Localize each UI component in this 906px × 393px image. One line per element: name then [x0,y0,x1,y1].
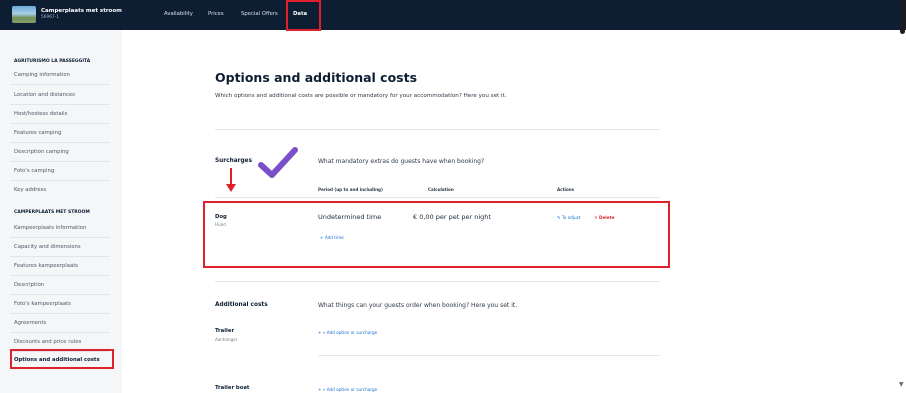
column-header-actions: Actions [557,187,575,192]
divider [10,237,110,238]
page-title: Options and additional costs [215,70,418,85]
divider [10,332,110,333]
arrow-down-icon-head [226,184,236,192]
nav-availability[interactable]: Availability [164,11,193,17]
sidebar-item-camping-information[interactable]: Camping information [14,72,70,78]
arrow-down-icon [230,168,232,185]
surcharges-question: What mandatory extras do guests have whe… [318,158,485,165]
top-bar: Camperplaats met stroom 56967-1 Availabi… [0,0,906,30]
property-id: 56967-1 [41,15,59,20]
divider [10,294,110,295]
divider [10,84,110,85]
sidebar-group-title-camping: AGRITURISMO LA PASSEGGITA [14,59,91,64]
divider [10,180,110,181]
divider [10,142,110,143]
sidebar-item-location[interactable]: Location and distances [14,92,75,98]
page-description: Which options and additional costs are p… [215,93,507,99]
add-option-button-trailer-boat[interactable]: + » Add option or surcharge [318,387,377,392]
divider [10,313,110,314]
option-name-trailer-boat: Trailer boat [215,385,250,391]
divider [10,275,110,276]
divider [10,161,110,162]
section-divider [215,129,660,130]
sidebar-group-title-camperplaats: CAMPERPLAATS MET STROOM [14,210,90,215]
option-divider [318,355,660,356]
sidebar-item-discounts[interactable]: Discounts and price rules [14,339,81,345]
property-name[interactable]: Camperplaats met stroom [41,8,122,14]
divider [10,104,110,105]
sidebar-item-key-address[interactable]: Key address [14,187,46,193]
column-header-period: Period (up to and including) [318,187,383,192]
section-divider [215,281,660,282]
sidebar-item-kampeerplaats-information[interactable]: Kampeerplaats information [14,225,86,231]
sidebar-item-description[interactable]: Description [14,282,44,288]
sidebar-item-host-details[interactable]: Host/hostess details [14,111,67,117]
sidebar-item-fotos-kampeerplaats[interactable]: Foto's kampeerplaats [14,301,71,307]
sidebar-item-fotos-camping[interactable]: Foto's camping [14,168,54,174]
divider [10,256,110,257]
column-header-calculation: Calculation [428,187,454,192]
scroll-down-arrow-icon[interactable]: ▼ [899,381,904,388]
highlight-data-tab [286,0,321,31]
scrollbar-thumb[interactable] [900,0,905,34]
surcharges-title: Surcharges [215,158,253,164]
property-thumbnail[interactable] [12,6,36,23]
nav-special-offers[interactable]: Special Offers [241,11,278,17]
nav-prices[interactable]: Prices [208,11,224,17]
add-option-button-trailer[interactable]: + » Add option or surcharge [318,330,377,335]
checkmark-icon [258,147,298,178]
highlight-surcharge-row [203,201,670,268]
sidebar-item-agreements[interactable]: Agreements [14,320,46,326]
option-name-trailer: Trailer [215,328,235,334]
table-header-divider [215,197,660,198]
sidebar-item-description-camping[interactable]: Description camping [14,149,69,155]
option-subname-trailer: Aanhanger [215,337,238,342]
sidebar-item-capacity[interactable]: Capacity and dimensions [14,244,81,250]
highlight-sidebar-options [10,349,114,369]
sidebar-item-features-kampeerplaats[interactable]: Features kampeerplaats [14,263,78,269]
additional-costs-question: What things can your guests order when b… [318,302,518,309]
sidebar-item-features-camping[interactable]: Features camping [14,130,61,136]
divider [10,123,110,124]
additional-costs-title: Additional costs [215,302,268,308]
